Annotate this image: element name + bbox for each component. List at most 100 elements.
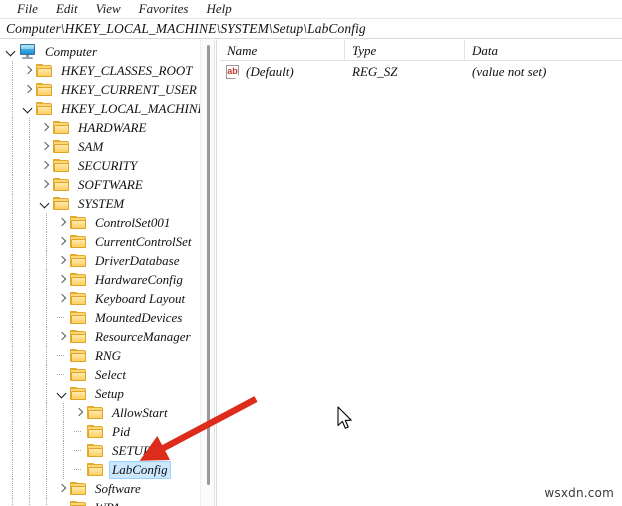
tree-item-rng[interactable]: RNG [0,346,200,365]
chevron-right-icon[interactable] [72,403,87,422]
menu-bar: File Edit View Favorites Help [0,0,622,19]
chevron-down-icon[interactable] [21,99,36,118]
tree-item-software[interactable]: SOFTWARE [0,175,200,194]
tree-item-system[interactable]: SYSTEM [0,194,200,213]
tree-item-label: Computer [45,43,97,59]
menu-item-help[interactable]: Help [197,0,240,18]
tree-guide-line [12,80,14,99]
tree-item-wpa[interactable]: WPA [0,498,200,506]
chevron-right-icon[interactable] [38,118,53,137]
chevron-right-icon[interactable] [55,270,70,289]
tree-item-pid[interactable]: Pid [0,422,200,441]
registry-tree-pane[interactable]: Computer HKEY_CLASSES_ROOT HKEY_CURRENT_US… [0,40,201,506]
tree-guide-line [12,137,14,156]
tree-item-controlset001[interactable]: ControlSet001 [0,213,200,232]
tree-item-hkey-local-machine[interactable]: HKEY_LOCAL_MACHINE [0,99,200,118]
tree-guide-line [46,270,48,289]
tree-item-allowstart[interactable]: AllowStart [0,403,200,422]
folder-icon [87,405,104,420]
value-data: (value not set) [472,64,547,79]
tree-item-sam[interactable]: SAM [0,137,200,156]
tree-item-hkey-classes-root[interactable]: HKEY_CLASSES_ROOT [0,61,200,80]
folder-icon [70,367,87,382]
address-bar[interactable]: Computer\HKEY_LOCAL_MACHINE\SYSTEM\Setup… [0,19,622,39]
tree-item-computer[interactable]: Computer [0,42,200,61]
tree-guide-line [12,327,14,346]
tree-guide-line [12,270,14,289]
values-list-pane[interactable]: Name Type Data ab (Default) REG_SZ (value n… [220,40,622,506]
column-header-type[interactable]: Type [345,40,465,61]
chevron-right-icon[interactable] [55,232,70,251]
tree-guide-line [12,61,14,80]
tree-item-setupc[interactable]: SETUPC [0,441,200,460]
menu-item-file[interactable]: File [8,0,47,18]
chevron-right-icon[interactable] [55,479,70,498]
folder-icon [53,120,70,135]
tree-item-security[interactable]: SECURITY [0,156,200,175]
tree-item-resourcemanager[interactable]: ResourceManager [0,327,200,346]
column-header-name[interactable]: Name [220,40,345,61]
tree-guide-line [29,232,31,251]
tree-guide-line [29,327,31,346]
chevron-down-icon[interactable] [4,42,19,61]
tree-guide-line [29,441,31,460]
tree-vertical-scrollbar[interactable] [200,40,215,506]
tree-item-hardware[interactable]: HARDWARE [0,118,200,137]
tree-item-label: RNG [95,347,121,363]
tree-guide-line [46,498,48,506]
chevron-down-icon[interactable] [55,384,70,403]
chevron-right-icon[interactable] [21,61,36,80]
menu-item-edit[interactable]: Edit [47,0,87,18]
folder-icon [36,63,53,78]
tree-guide-line [29,251,31,270]
tree-item-hkey-current-user[interactable]: HKEY_CURRENT_USER [0,80,200,99]
tree-guide-line [12,460,14,479]
tree-guide-line [12,479,14,498]
tree-item-keyboard-layout[interactable]: Keyboard Layout [0,289,200,308]
tree-leaf-connector [55,498,70,506]
folder-icon [70,234,87,249]
tree-guide-line [29,270,31,289]
chevron-right-icon[interactable] [21,80,36,99]
tree-item-labconfig[interactable]: LabConfig [0,460,200,479]
chevron-right-icon[interactable] [55,251,70,270]
values-row[interactable]: ab (Default) REG_SZ (value not set) [220,61,622,83]
tree-item-currentcontrolset[interactable]: CurrentControlSet [0,232,200,251]
values-column-header: Name Type Data [220,40,622,61]
chevron-right-icon[interactable] [38,137,53,156]
folder-icon [36,82,53,97]
folder-icon [70,291,87,306]
tree-guide-line [29,156,31,175]
chevron-right-icon[interactable] [55,289,70,308]
chevron-right-icon[interactable] [55,213,70,232]
computer-icon [19,44,37,59]
values-rows: ab (Default) REG_SZ (value not set) [220,61,622,83]
tree-guide-line [12,175,14,194]
tree-leaf-connector [55,308,70,327]
tree-leaf-connector [72,422,87,441]
tree-scrollbar-thumb[interactable] [207,45,210,485]
tree-item-hardwareconfig[interactable]: HardwareConfig [0,270,200,289]
tree-guide-line [29,422,31,441]
tree-item-select[interactable]: Select [0,365,200,384]
column-header-data[interactable]: Data [465,40,622,61]
folder-icon [36,101,53,116]
chevron-down-icon[interactable] [38,194,53,213]
tree-guide-line [29,137,31,156]
chevron-right-icon[interactable] [55,327,70,346]
tree-guide-line [12,156,14,175]
tree-item-label: HardwareConfig [95,271,183,287]
tree-item-driverdatabase[interactable]: DriverDatabase [0,251,200,270]
menu-item-view[interactable]: View [87,0,130,18]
tree-guide-line [29,365,31,384]
tree-leaf-connector [72,460,87,479]
tree-item-label: SOFTWARE [78,176,143,192]
tree-item-software[interactable]: Software [0,479,200,498]
tree-item-mounteddevices[interactable]: MountedDevices [0,308,200,327]
tree-item-label: HKEY_LOCAL_MACHINE [61,100,201,116]
tree-item-setup[interactable]: Setup [0,384,200,403]
chevron-right-icon[interactable] [38,156,53,175]
tree-guide-line [29,308,31,327]
menu-item-favorites[interactable]: Favorites [130,0,198,18]
chevron-right-icon[interactable] [38,175,53,194]
